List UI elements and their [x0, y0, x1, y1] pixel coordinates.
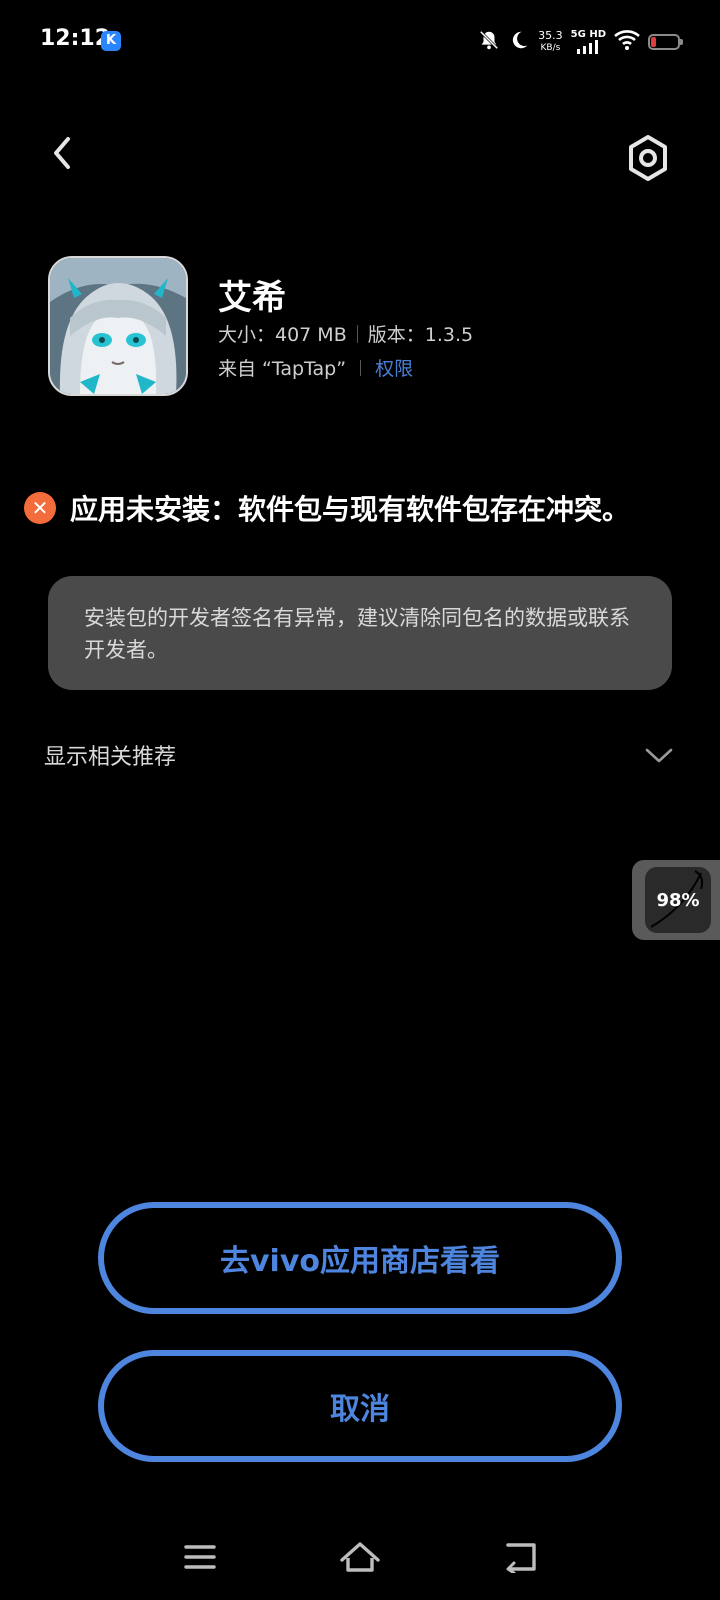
status-bar: 12:12 K 35.3 KB/s 5G HD: [0, 0, 720, 84]
open-app-store-button[interactable]: 去vivo应用商店看看: [98, 1202, 622, 1314]
app-icon: [48, 256, 188, 396]
nav-back-button[interactable]: [490, 1532, 550, 1582]
nav-menu-button[interactable]: [170, 1532, 230, 1582]
app-version: 版本：1.3.5: [367, 324, 474, 346]
app-name: 艾希: [218, 278, 286, 318]
battery-icon: [648, 34, 683, 50]
app-source: 来自 “TapTap”: [218, 358, 347, 380]
signature-notice: 安装包的开发者签名有异常，建议清除同包名的数据或联系开发者。: [48, 576, 672, 690]
settings-hexagon-icon: [629, 135, 667, 181]
related-label: 显示相关推荐: [44, 745, 177, 770]
status-icons: 35.3 KB/s 5G HD: [478, 24, 683, 60]
app-meta: 大小：407 MB 版本：1.3.5: [218, 320, 473, 347]
wifi-icon: [614, 29, 640, 55]
network-speed-unit: KB/s: [540, 43, 561, 53]
settings-button[interactable]: [618, 128, 678, 188]
app-source-row: 来自 “TapTap” 权限: [218, 354, 413, 381]
nav-home-button[interactable]: [330, 1532, 390, 1582]
chevron-down-icon: [645, 748, 673, 763]
related-recommendations-toggle[interactable]: 显示相关推荐: [44, 730, 674, 780]
error-icon: ✕: [24, 492, 56, 524]
navigation-bar: [0, 1520, 720, 1600]
floating-widget-label: 98%: [656, 889, 700, 911]
permissions-link[interactable]: 权限: [375, 354, 413, 381]
home-icon: [340, 1542, 380, 1572]
floating-widget[interactable]: 98%: [632, 860, 720, 940]
divider: [360, 359, 362, 376]
floating-widget-badge: 98%: [645, 867, 711, 933]
return-icon: [506, 1543, 536, 1573]
divider: [356, 324, 358, 343]
status-time: 12:12: [40, 26, 111, 51]
network-speed-value: 35.3: [538, 29, 563, 42]
app-size: 大小：407 MB: [218, 324, 347, 346]
cancel-button[interactable]: 取消: [98, 1350, 622, 1462]
install-failure-screen: 12:12 K 35.3 KB/s 5G HD 艾希 大小：407 MB 版本：…: [0, 0, 720, 1600]
back-button[interactable]: [36, 128, 86, 178]
network-type-label: 5G HD: [570, 29, 606, 40]
k-app-icon: K: [101, 31, 121, 51]
error-message: 应用未安装：软件包与现有软件包存在冲突。: [70, 493, 631, 526]
cellular-signal: 5G HD: [571, 30, 606, 54]
moon-icon: [508, 29, 530, 55]
menu-icon: [184, 1545, 216, 1569]
bell-off-icon: [478, 29, 500, 55]
install-error: ✕ 应用未安装：软件包与现有软件包存在冲突。: [24, 488, 714, 528]
network-speed: 35.3 KB/s: [538, 30, 563, 54]
signal-bars-icon: [577, 40, 599, 54]
chevron-left-icon: [54, 137, 70, 169]
